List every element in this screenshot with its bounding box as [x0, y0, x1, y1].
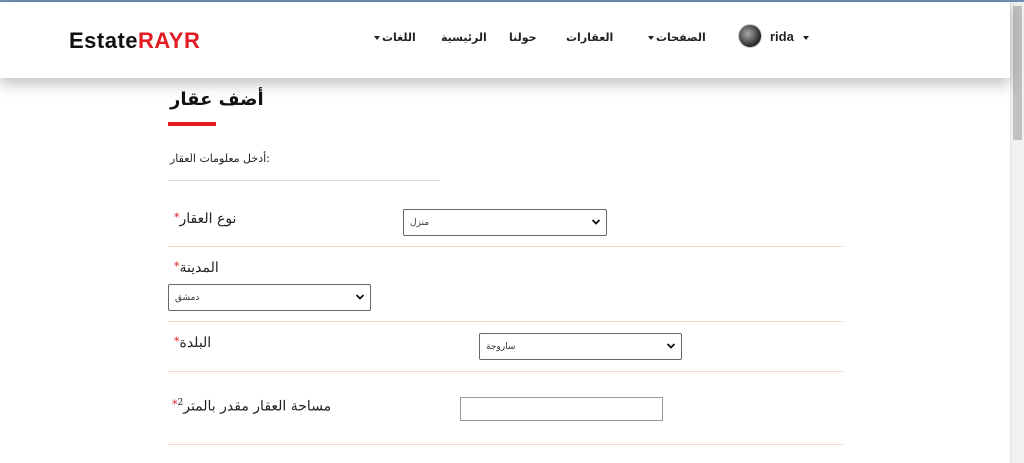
- page-title: أضف عقار: [170, 89, 264, 110]
- nav-pages-label: الصفحات: [656, 31, 706, 44]
- nav-about[interactable]: حولنا: [509, 31, 537, 44]
- row-divider: [168, 371, 843, 372]
- chevron-down-icon: [666, 343, 676, 349]
- chevron-down-icon: [591, 219, 601, 225]
- property-type-select[interactable]: منزل: [403, 209, 607, 236]
- brand-part-2: RAYR: [138, 28, 201, 53]
- town-select[interactable]: ساروجة: [479, 333, 682, 360]
- city-label-text: المدينة: [179, 260, 219, 276]
- property-type-value: منزل: [410, 218, 430, 228]
- scrollbar-thumb[interactable]: [1013, 6, 1022, 140]
- city-label: المدينة*: [170, 260, 219, 276]
- row-divider: [168, 444, 843, 445]
- avatar[interactable]: [738, 24, 762, 48]
- city-select[interactable]: دمشق: [168, 284, 371, 311]
- user-name: rida: [770, 29, 794, 44]
- area-label: مساحة العقار مقدر بالمتر2*: [168, 398, 331, 415]
- chevron-down-icon: [648, 36, 654, 40]
- row-divider: [168, 321, 843, 322]
- town-value: ساروجة: [486, 342, 516, 352]
- navbar: EstateRAYR اللغات الرئيسية حولنا العقارا…: [0, 2, 1010, 78]
- row-divider: [168, 246, 843, 247]
- nav-pages-dropdown[interactable]: الصفحات: [646, 31, 706, 44]
- subtitle-divider: [168, 180, 440, 181]
- property-type-label-text: نوع العقار: [179, 211, 237, 227]
- nav-properties[interactable]: العقارات: [566, 31, 613, 44]
- nav-languages-label: اللغات: [382, 31, 416, 44]
- chevron-down-icon: [355, 294, 365, 300]
- user-menu-dropdown[interactable]: rida: [770, 29, 811, 44]
- brand-part-1: Estate: [69, 28, 139, 53]
- nav-home[interactable]: الرئيسية: [441, 31, 487, 44]
- city-value: دمشق: [175, 293, 200, 303]
- form-subtitle: :أدخل معلومات العقار: [170, 152, 270, 165]
- chevron-down-icon: [803, 35, 810, 40]
- vertical-scrollbar[interactable]: [1010, 2, 1024, 463]
- chevron-down-icon: [374, 36, 380, 40]
- nav-languages-dropdown[interactable]: اللغات: [372, 31, 416, 44]
- title-underline: [168, 122, 216, 126]
- area-label-text: مساحة العقار مقدر بالمتر: [183, 398, 332, 415]
- area-input[interactable]: [460, 397, 663, 421]
- property-type-label: نوع العقار*: [170, 211, 236, 227]
- town-label: البلدة*: [170, 335, 211, 351]
- town-label-text: البلدة: [179, 335, 212, 351]
- brand-logo[interactable]: EstateRAYR: [69, 28, 200, 54]
